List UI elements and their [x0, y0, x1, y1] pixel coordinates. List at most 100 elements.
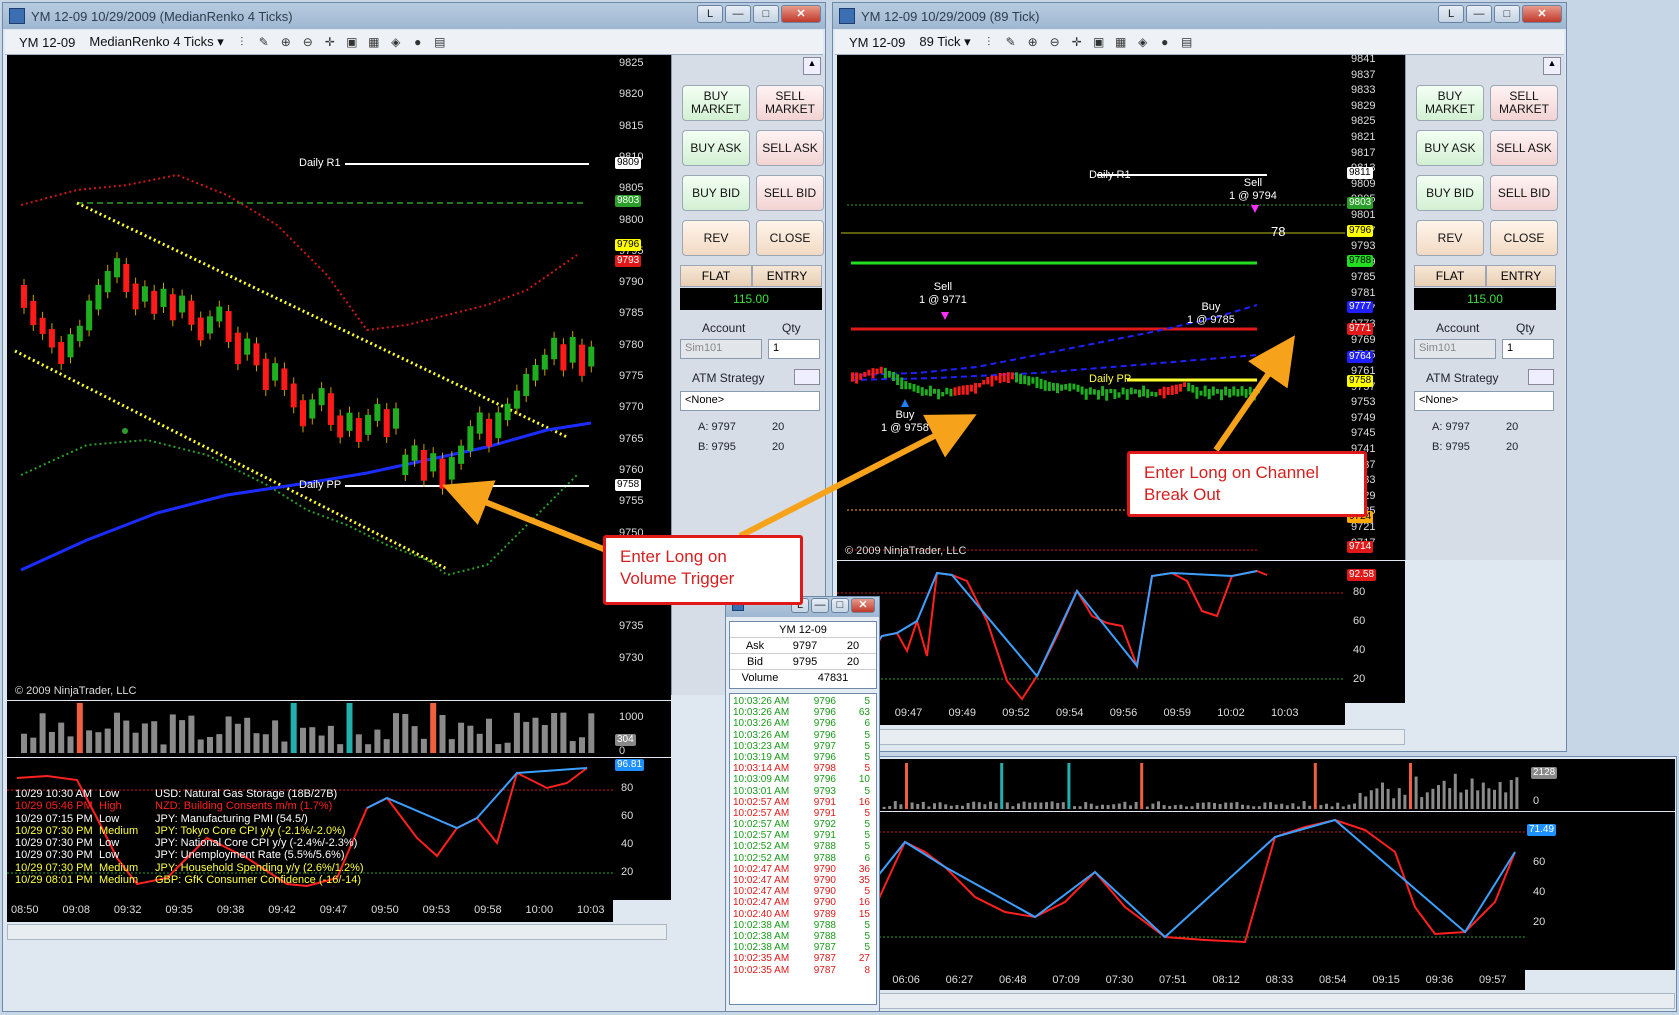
price-tick: 9749 [1351, 411, 1376, 424]
close-position-button[interactable]: CLOSE [756, 220, 824, 256]
price-bar [197, 317, 204, 341]
maximize-button[interactable]: □ [753, 5, 779, 23]
properties-icon[interactable]: ▣ [344, 34, 360, 50]
sell-market-button[interactable]: SELL MARKET [1490, 85, 1558, 121]
bottom-horizontal-scrollbar[interactable] [835, 993, 1675, 1009]
oscillator-tick: 20 [621, 866, 634, 878]
minimize-button[interactable]: — [1466, 5, 1492, 23]
sell-bid-button[interactable]: SELL BID [756, 175, 824, 211]
chart-trader-icon[interactable]: ▤ [1179, 34, 1195, 50]
data-box-icon[interactable]: ● [410, 34, 426, 50]
price-bar [309, 399, 316, 419]
tas-size: 16 [858, 796, 870, 808]
news-time: 10/29 07:30 PM [15, 837, 93, 850]
news-time: 10/29 07:15 PM [15, 812, 93, 825]
volume-bar [1229, 802, 1233, 809]
sell-market-button[interactable]: SELL MARKET [756, 85, 824, 121]
buy-bid-button[interactable]: BUY BID [682, 175, 750, 211]
strategies-icon[interactable]: ◈ [1135, 34, 1151, 50]
price-bar [1056, 383, 1059, 394]
left-horizontal-scrollbar[interactable] [7, 924, 667, 940]
volume-bar [1067, 763, 1071, 809]
zoom-out-icon[interactable]: ⊖ [300, 34, 316, 50]
instrument-selector[interactable]: YM 12-09 [15, 35, 79, 50]
volume-bar [300, 727, 306, 753]
properties-icon[interactable]: ▣ [1091, 34, 1107, 50]
instrument-selector[interactable]: YM 12-09 [845, 35, 909, 50]
bar-style-icon[interactable]: ⫶ [981, 34, 997, 50]
pnl-ticks-label: 78 [1271, 224, 1286, 239]
tas-size: 36 [858, 863, 870, 875]
close-window-button[interactable]: ✕ [781, 5, 821, 23]
tas-row: 10:03:26 AM 9796 6 [730, 718, 876, 729]
daily-pp-label: Daily PP [299, 479, 342, 491]
sell-ask-button[interactable]: SELL ASK [1490, 130, 1558, 166]
link-button[interactable]: L [697, 5, 723, 23]
maximize-button[interactable]: □ [831, 598, 849, 613]
atm-strategy-select[interactable]: <None> [1414, 391, 1554, 411]
volume-bar [983, 804, 987, 809]
volume-bar [961, 805, 964, 809]
close-window-button[interactable]: ✕ [851, 598, 875, 613]
volume-bar [1061, 802, 1065, 809]
close-position-button[interactable]: CLOSE [1490, 220, 1558, 256]
buy-bid-button[interactable]: BUY BID [1416, 175, 1484, 211]
account-select[interactable]: Sim101 [1414, 339, 1496, 359]
account-select[interactable]: Sim101 [680, 339, 762, 359]
bid-price-line: B: 9795 [1432, 441, 1470, 453]
unrealized-pnl: 115.00 [1414, 288, 1556, 310]
indicators-icon[interactable]: ▦ [366, 34, 382, 50]
sell-bid-button[interactable]: SELL BID [1490, 175, 1558, 211]
period-selector[interactable]: MedianRenko 4 Ticks ▾ [85, 34, 227, 50]
tas-trade-list[interactable]: 10:03:26 AM 9796 5 10:03:26 AM 9796 63 10:03:2… [729, 693, 877, 1005]
draw-tool-icon[interactable]: ✎ [256, 34, 272, 50]
bottom-oscillator-axis: 8060402071.49 [1525, 812, 1675, 970]
bar-style-icon[interactable]: ⫶ [234, 34, 250, 50]
price-bar [67, 334, 74, 358]
close-window-button[interactable]: ✕ [1522, 5, 1562, 23]
zoom-in-icon[interactable]: ⊕ [278, 34, 294, 50]
volume-bar [944, 804, 948, 809]
right-horizontal-scrollbar[interactable] [837, 729, 1405, 745]
oscillator-tick: 20 [1353, 673, 1366, 685]
qty-stepper[interactable]: 1 [768, 339, 820, 359]
collapse-panel-button[interactable]: ▲ [803, 57, 821, 75]
zoom-in-icon[interactable]: ⊕ [1025, 34, 1041, 50]
data-box-icon[interactable]: ● [1157, 34, 1173, 50]
atm-strategy-select[interactable]: <None> [680, 391, 820, 411]
minimize-button[interactable]: — [811, 598, 829, 613]
atm-settings-button[interactable] [794, 369, 820, 385]
price-bar [1015, 372, 1018, 383]
volume-bar [888, 806, 892, 809]
maximize-button[interactable]: □ [1494, 5, 1520, 23]
price-bar [1166, 386, 1170, 395]
volume-bar [1246, 805, 1250, 809]
crosshair-icon[interactable]: ✛ [1069, 34, 1085, 50]
crosshair-icon[interactable]: ✛ [322, 34, 338, 50]
sell-ask-button[interactable]: SELL ASK [756, 130, 824, 166]
draw-tool-icon[interactable]: ✎ [1003, 34, 1019, 50]
price-bar [169, 294, 176, 321]
buy-market-button[interactable]: BUY MARKET [1416, 85, 1484, 121]
volume-bar [1459, 792, 1463, 809]
reverse-button[interactable]: REV [1416, 220, 1484, 256]
volume-bar [1089, 803, 1093, 809]
link-button[interactable]: L [1438, 5, 1464, 23]
left-price-chart[interactable]: Daily R1 Daily PP © 2009 NinjaTrader, LL… [7, 55, 613, 700]
buy-ask-button[interactable]: BUY ASK [1416, 130, 1484, 166]
atm-settings-button[interactable] [1528, 369, 1554, 385]
time-tick: 09:49 [948, 707, 977, 719]
qty-stepper[interactable]: 1 [1502, 339, 1554, 359]
period-selector[interactable]: 89 Tick ▾ [915, 34, 974, 50]
reverse-button[interactable]: REV [682, 220, 750, 256]
tas-time: 10:03:26 AM [733, 729, 790, 741]
buy-ask-button[interactable]: BUY ASK [682, 130, 750, 166]
zoom-out-icon[interactable]: ⊖ [1047, 34, 1063, 50]
buy-market-button[interactable]: BUY MARKET [682, 85, 750, 121]
chart-trader-icon[interactable]: ▤ [432, 34, 448, 50]
lower-band [20, 438, 578, 577]
collapse-panel-button[interactable]: ▲ [1543, 57, 1561, 75]
indicators-icon[interactable]: ▦ [1113, 34, 1129, 50]
minimize-button[interactable]: — [725, 5, 751, 23]
strategies-icon[interactable]: ◈ [388, 34, 404, 50]
